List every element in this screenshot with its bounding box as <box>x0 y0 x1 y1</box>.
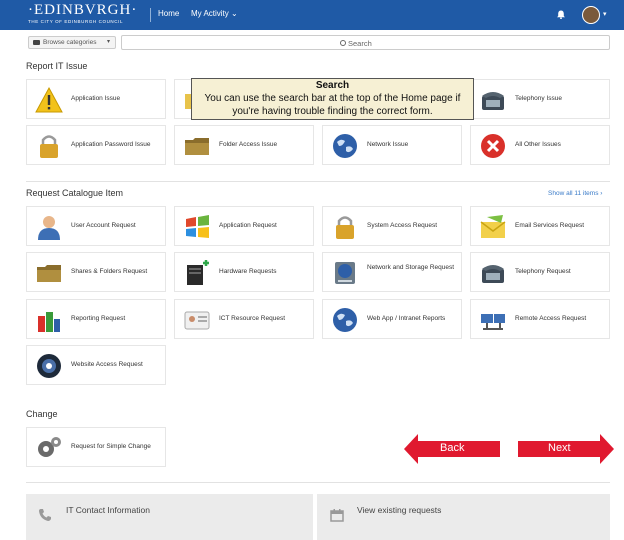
tile-label: Request for Simple Change <box>71 443 151 450</box>
search-placeholder: Search <box>348 39 372 48</box>
folder-icon <box>37 265 61 282</box>
it-contact-information-label: IT Contact Information <box>66 505 150 515</box>
show-all-items-link[interactable]: Show all 11 items › <box>548 190 602 197</box>
red-x-icon <box>481 134 505 158</box>
id-card-icon <box>184 311 210 330</box>
nav-my-activity-label: My Activity <box>191 9 229 18</box>
briefcase-icon <box>33 40 40 45</box>
tile-label: Telephony Issue <box>515 95 562 102</box>
tile-all-other-issues[interactable]: All Other Issues <box>470 125 610 165</box>
tile-network-issue[interactable]: Network Issue <box>322 125 462 165</box>
padlock-icon <box>336 216 354 239</box>
calendar-icon <box>330 509 344 522</box>
search-icon <box>340 40 346 46</box>
folder-icon <box>185 138 209 155</box>
tile-telephony-issue[interactable]: Telephony Issue <box>470 79 610 119</box>
section-divider <box>26 181 610 182</box>
back-arrow-button[interactable] <box>404 434 500 464</box>
tile-label: Folder Access Issue <box>219 141 278 148</box>
section-title-change: Change <box>26 409 58 419</box>
tile-website-access-request[interactable]: Website Access Request <box>26 345 166 385</box>
nav-divider <box>150 8 151 22</box>
tile-label: User Account Request <box>71 222 136 229</box>
tile-label: Web App / Intranet Reports <box>367 315 446 322</box>
tooltip-body: You can use the search bar at the top of… <box>204 93 461 117</box>
tooltip-title: Search <box>315 80 350 91</box>
tile-label: Network and Storage Request <box>367 264 455 271</box>
nav-home-link[interactable]: Home <box>158 9 179 18</box>
tile-label: Reporting Request <box>71 315 126 322</box>
tile-hardware-requests[interactable]: Hardware Requests <box>174 252 314 292</box>
view-existing-requests-card[interactable]: View existing requests <box>317 494 610 540</box>
warning-icon <box>35 86 63 113</box>
tile-label: Application Issue <box>71 95 121 102</box>
hardware-icon <box>187 260 209 285</box>
tile-label: Remote Access Request <box>515 315 587 322</box>
tile-shares-folders-request[interactable]: Shares & Folders Request <box>26 252 166 292</box>
tile-ict-resource-request[interactable]: ICT Resource Request <box>174 299 314 339</box>
globe-icon <box>333 134 357 158</box>
tile-label: Hardware Requests <box>219 268 277 275</box>
tile-application-password-issue[interactable]: Application Password Issue <box>26 125 166 165</box>
search-tooltip: Search You can use the search bar at the… <box>191 78 474 120</box>
section-title-report-it-issue: Report IT Issue <box>26 61 88 71</box>
user-icon <box>38 216 60 240</box>
envelope-icon <box>480 215 506 238</box>
section-divider <box>26 482 610 483</box>
network-icon <box>481 314 505 330</box>
tile-label: All Other Issues <box>515 141 561 148</box>
globe-icon <box>333 308 357 332</box>
search-input[interactable]: Search <box>121 35 610 50</box>
view-existing-requests-label: View existing requests <box>357 505 442 515</box>
tile-label: Email Services Request <box>515 222 584 229</box>
tile-label: Website Access Request <box>71 361 143 368</box>
padlock-icon <box>40 135 58 158</box>
edinburgh-logo[interactable]: ·EDINBVRGH· THE CITY OF EDINBURGH COUNCI… <box>28 3 137 25</box>
browse-categories-button[interactable]: Browse categories ▾ <box>28 36 116 49</box>
tile-label: Network Issue <box>367 141 409 148</box>
telephone-icon <box>482 265 504 283</box>
tile-reporting-request[interactable]: Reporting Request <box>26 299 166 339</box>
next-arrow-button[interactable] <box>518 434 614 464</box>
tile-request-simple-change[interactable]: Request for Simple Change <box>26 427 166 467</box>
phone-icon <box>39 509 51 521</box>
tile-user-account-request[interactable]: User Account Request <box>26 206 166 246</box>
tile-label: System Access Request <box>367 222 438 229</box>
tile-application-issue[interactable]: Application Issue <box>26 79 166 119</box>
section-title-request-catalogue: Request Catalogue Item <box>26 188 124 198</box>
tile-label: Telephony Request <box>515 268 571 275</box>
gears-icon <box>38 437 61 457</box>
tile-system-access-request[interactable]: System Access Request <box>322 206 462 246</box>
chevron-down-icon: ⌄ <box>231 9 238 18</box>
windows-icon <box>186 215 209 238</box>
tile-telephony-request[interactable]: Telephony Request <box>470 252 610 292</box>
avatar[interactable] <box>582 6 600 24</box>
tile-label: ICT Resource Request <box>219 315 285 322</box>
logo-name: ·EDINBVRGH· <box>28 2 138 18</box>
bell-icon[interactable] <box>556 10 566 19</box>
storage-icon <box>335 262 355 284</box>
tile-label: Application Password Issue <box>71 141 151 148</box>
browse-categories-label: Browse categories <box>43 39 97 46</box>
tile-web-app-intranet-reports[interactable]: Web App / Intranet Reports <box>322 299 462 339</box>
tile-label: Shares & Folders Request <box>71 268 148 275</box>
camera-icon <box>37 354 61 378</box>
top-navigation-bar: ·EDINBVRGH· THE CITY OF EDINBURGH COUNCI… <box>0 0 624 30</box>
tile-email-services-request[interactable]: Email Services Request <box>470 206 610 246</box>
telephone-icon <box>482 92 504 110</box>
chevron-down-icon: ▾ <box>106 39 110 45</box>
chevron-down-icon[interactable]: ▾ <box>603 10 607 18</box>
it-contact-information-card[interactable]: IT Contact Information <box>26 494 313 540</box>
nav-my-activity-link[interactable]: My Activity ⌄ <box>191 9 238 18</box>
tile-remote-access-request[interactable]: Remote Access Request <box>470 299 610 339</box>
tile-label: Application Request <box>219 222 277 229</box>
tile-folder-access-issue[interactable]: Folder Access Issue <box>174 125 314 165</box>
tile-application-request[interactable]: Application Request <box>174 206 314 246</box>
bar-chart-icon <box>38 312 60 332</box>
logo-subtitle: THE CITY OF EDINBURGH COUNCIL <box>28 19 124 24</box>
tile-network-storage-request[interactable]: Network and Storage Request <box>322 252 462 292</box>
